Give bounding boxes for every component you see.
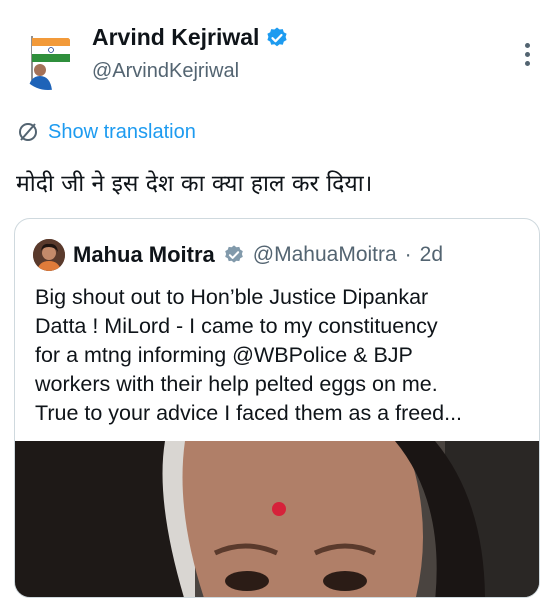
author-handle[interactable]: @ArvindKejriwal <box>92 60 239 83</box>
separator-dot: · <box>404 243 412 266</box>
quoted-author-avatar[interactable] <box>33 239 65 271</box>
quoted-tweet-card[interactable]: Mahua Moitra @MahuaMoitra · 2d Big shout… <box>14 218 540 598</box>
video-frame-image <box>15 441 539 597</box>
show-translation-button[interactable]: Show translation <box>16 120 196 144</box>
author-name-row: Arvind Kejriwal <box>92 24 289 51</box>
quoted-text-line: True to your advice I faced them as a fr… <box>35 401 463 425</box>
author-name[interactable]: Arvind Kejriwal <box>92 24 259 51</box>
quoted-text-line: Datta ! MiLord - I came to my constituen… <box>35 314 438 338</box>
gray-verified-badge-icon <box>224 245 243 263</box>
quoted-text-line: workers with their help pelted eggs on m… <box>35 372 438 396</box>
translate-globe-icon <box>19 123 37 141</box>
quoted-tweet-header: Mahua Moitra @MahuaMoitra · 2d <box>33 239 443 271</box>
quoted-author-handle[interactable]: @MahuaMoitra <box>253 243 397 267</box>
quoted-text-line: for a mtng informing @WBPolice & BJP <box>35 343 413 367</box>
verified-badge-icon <box>267 27 288 46</box>
quoted-author-name[interactable]: Mahua Moitra <box>73 242 215 268</box>
quoted-tweet-text: Big shout out to Hon’ble Justice Dipanka… <box>35 283 530 428</box>
video-thumbnail[interactable] <box>15 441 539 597</box>
tweet-text: मोदी जी ने इस देश का क्या हाल कर दिया। <box>16 171 373 197</box>
flag-person-avatar-icon <box>18 30 78 90</box>
person-avatar-icon <box>33 239 65 271</box>
more-options-button[interactable] <box>517 40 537 70</box>
more-vertical-icon <box>524 43 530 48</box>
quoted-text-line: Big shout out to Hon’ble Justice Dipanka… <box>35 285 429 309</box>
quoted-timestamp[interactable]: 2d <box>420 243 443 267</box>
author-avatar[interactable] <box>18 30 78 90</box>
show-translation-label: Show translation <box>48 120 196 143</box>
